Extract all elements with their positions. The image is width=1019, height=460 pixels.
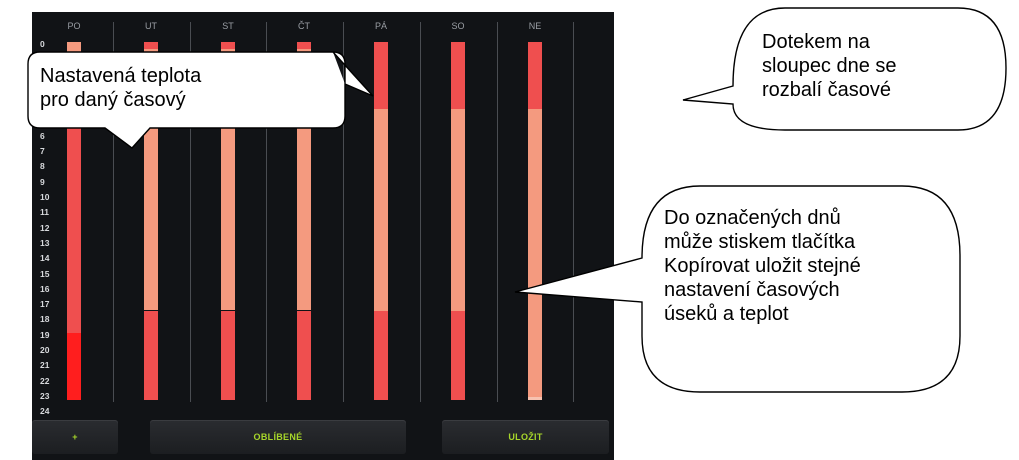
callout-touch-text: Dotekem na sloupec dne se rozbalí časové [762, 31, 897, 101]
callout-temperature-text: Nastavená teplota pro daný časový [40, 65, 202, 111]
callout-copy-text: Do označených dnů může stiskem tlačítka … [664, 207, 861, 325]
